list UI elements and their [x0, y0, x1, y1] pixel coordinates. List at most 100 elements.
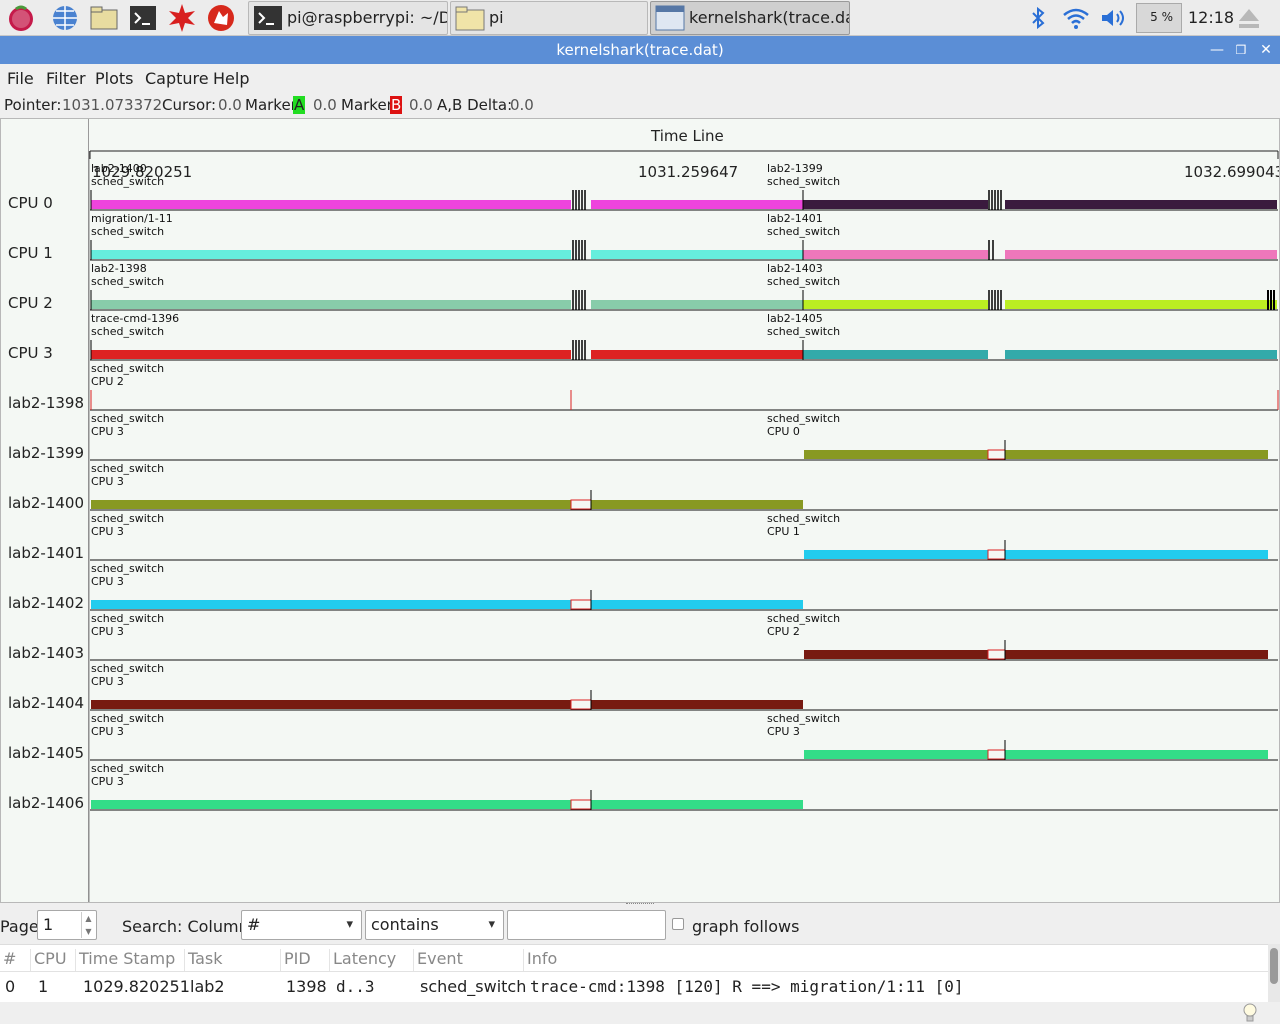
- event-annotation: sched_switch: [91, 325, 164, 338]
- terminal-icon[interactable]: [128, 3, 158, 33]
- page-spinbox[interactable]: 1 ▲ ▼: [37, 910, 97, 940]
- col-header-index[interactable]: #: [0, 949, 16, 971]
- marker-a-button[interactable]: A: [293, 96, 306, 114]
- spin-up-icon[interactable]: ▲: [81, 912, 95, 925]
- wolfram-icon[interactable]: [206, 3, 236, 33]
- cpu-task-bar: [803, 250, 988, 259]
- col-header-cpu[interactable]: CPU: [30, 949, 67, 971]
- event-annotation: sched_switch: [767, 612, 840, 625]
- cpu-task-bar: [91, 250, 571, 259]
- event-annotation: CPU 3: [91, 575, 124, 588]
- page-value: 1: [43, 915, 54, 934]
- event-annotation: CPU 3: [91, 625, 124, 638]
- menu-capture[interactable]: Capture: [145, 69, 209, 88]
- col-header-pid[interactable]: PID: [280, 949, 311, 971]
- file-manager-icon[interactable]: [89, 3, 119, 33]
- task-run-bar: [91, 600, 571, 609]
- graph-follows-checkbox[interactable]: [672, 918, 684, 930]
- cpu-task-bar: [803, 300, 988, 309]
- col-header-task[interactable]: Task: [184, 949, 223, 971]
- event-annotation: sched_switch: [91, 225, 164, 238]
- event-annotation: CPU 1: [767, 525, 800, 538]
- col-header-event[interactable]: Event: [413, 949, 463, 971]
- event-annotation: sched_switch: [767, 175, 840, 188]
- graph-view[interactable]: CPU 0 CPU 1 CPU 2 CPU 3 lab2-1398 lab2-1399 la…: [0, 118, 1280, 903]
- menu-file[interactable]: File: [7, 69, 34, 88]
- cpu-usage-monitor[interactable]: 5 %: [1136, 3, 1182, 33]
- taskbar: pi@raspberrypi: ~/D... pi kernelshark(tr…: [0, 0, 1280, 36]
- event-annotation: CPU 0: [767, 425, 800, 438]
- task-run-bar: [804, 550, 988, 559]
- cpu-task-bar: [91, 350, 571, 359]
- menu-plots[interactable]: Plots: [95, 69, 134, 88]
- task-wait-box: [987, 549, 1006, 560]
- event-annotation: sched_switch: [767, 412, 840, 425]
- cpu-usage-value: 5 %: [1150, 10, 1173, 24]
- window-titlebar[interactable]: kernelshark(trace.dat) — ❒ ✕: [0, 36, 1280, 64]
- menu-help[interactable]: Help: [213, 69, 249, 88]
- task-wait-box: [570, 699, 592, 710]
- bluetooth-icon[interactable]: [1028, 6, 1048, 30]
- match-select[interactable]: contains: [365, 910, 504, 940]
- trace-plot[interactable]: Time Line1029.820251 1031.259647 1032.6990…: [1, 119, 1279, 902]
- spin-down-icon[interactable]: ▼: [81, 925, 95, 938]
- task-wait-box: [987, 649, 1006, 660]
- menubar: File Filter Plots Capture Help: [0, 64, 1280, 92]
- cpu-task-bar: [1005, 350, 1277, 359]
- timeline-tick-label: 1032.699043: [1184, 163, 1279, 181]
- search-input[interactable]: [507, 910, 666, 940]
- marker-a-value: 0.0: [313, 96, 337, 114]
- event-annotation: sched_switch: [91, 612, 164, 625]
- task-run-bar: [804, 750, 988, 759]
- event-annotation: CPU 3: [91, 525, 124, 538]
- table-row[interactable]: 0 1 1029.820251 lab2 1398 d..3 sched_swi…: [0, 972, 1268, 1002]
- event-annotation: lab2-1398: [91, 262, 147, 275]
- column-select[interactable]: #: [241, 910, 362, 940]
- volume-icon[interactable]: [1100, 7, 1128, 29]
- marker-a-label: Marker: [245, 96, 297, 114]
- wifi-icon[interactable]: [1062, 6, 1090, 30]
- event-annotation: CPU 2: [767, 625, 800, 638]
- taskbar-task-label: kernelshark(trace.dat): [689, 8, 850, 27]
- cpu-task-bar: [1005, 200, 1277, 209]
- task-wait-box: [987, 749, 1006, 760]
- marker-b-button[interactable]: B: [390, 96, 403, 114]
- event-annotation: sched_switch: [767, 512, 840, 525]
- taskbar-task-terminal[interactable]: pi@raspberrypi: ~/D...: [248, 1, 448, 35]
- event-annotation: sched_switch: [91, 712, 164, 725]
- event-annotation: sched_switch: [91, 175, 164, 188]
- clock[interactable]: 12:18: [1188, 8, 1234, 27]
- eject-icon[interactable]: [1238, 6, 1260, 30]
- taskbar-task-kernelshark[interactable]: kernelshark(trace.dat): [650, 1, 850, 35]
- cell-pid: 1398: [286, 977, 327, 996]
- close-button[interactable]: ✕: [1255, 36, 1277, 64]
- minimize-button[interactable]: —: [1206, 36, 1228, 64]
- event-annotation: sched_switch: [91, 512, 164, 525]
- scrollbar-thumb[interactable]: [1270, 948, 1278, 984]
- col-header-latency[interactable]: Latency: [329, 949, 396, 971]
- taskbar-task-folder[interactable]: pi: [450, 1, 648, 35]
- web-browser-icon[interactable]: [50, 3, 80, 33]
- taskbar-task-label: pi@raspberrypi: ~/D...: [287, 8, 448, 27]
- col-header-info[interactable]: Info: [523, 949, 557, 971]
- table-scrollbar[interactable]: [1268, 944, 1280, 1002]
- maximize-button[interactable]: ❒: [1230, 36, 1252, 64]
- cpu-task-bar: [1005, 250, 1277, 259]
- event-annotation: sched_switch: [91, 762, 164, 775]
- cell-info: trace-cmd:1398 [120] R ==> migration/1:1…: [530, 977, 964, 996]
- menu-filter[interactable]: Filter: [46, 69, 86, 88]
- task-run-bar: [1005, 450, 1268, 459]
- event-annotation: sched_switch: [91, 562, 164, 575]
- event-annotation: CPU 3: [91, 675, 124, 688]
- event-annotation: lab2-1405: [767, 312, 823, 325]
- event-annotation: sched_switch: [91, 275, 164, 288]
- col-header-timestamp[interactable]: Time Stamp: [75, 949, 175, 971]
- raspberry-menu-icon[interactable]: [6, 3, 36, 33]
- task-run-bar: [91, 500, 571, 509]
- math-kernel-icon[interactable]: [167, 3, 197, 33]
- pointer-value: 1031.073372: [62, 96, 163, 114]
- cell-index: 0: [5, 977, 16, 996]
- cpu-task-bar: [591, 200, 803, 209]
- task-run-bar: [91, 800, 571, 809]
- pointer-label: Pointer:: [4, 96, 62, 114]
